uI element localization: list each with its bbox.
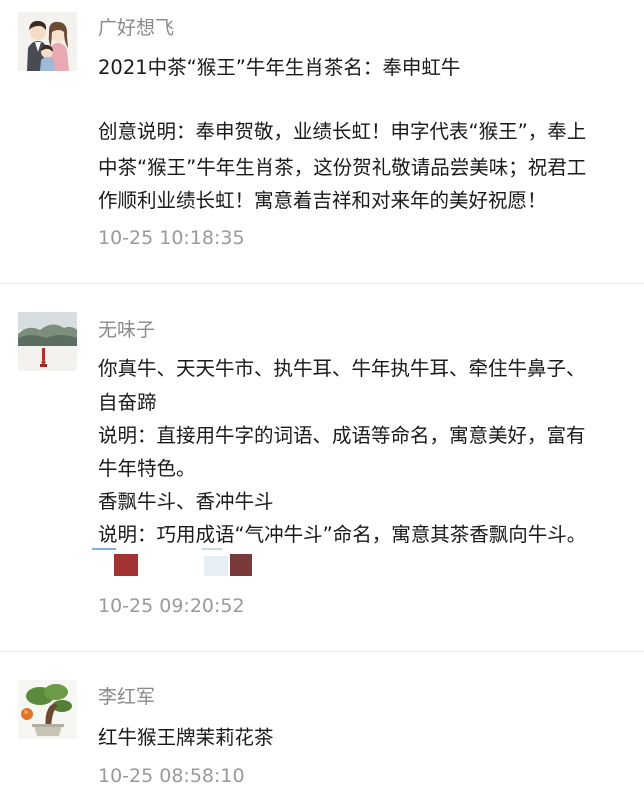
comment-text-line: 你真牛、天天牛市、执牛耳、牛年执牛耳、牵住牛鼻子、	[98, 357, 586, 380]
comment-text-line: 中茶“猴王”牛年生肖茶，这份贺礼敬请品尝美味；祝君工	[98, 156, 587, 179]
comment-text-line: 作顺利业绩长虹！寓意着吉祥和对来年的美好祝愿！	[98, 189, 547, 212]
comment-nickname[interactable]: 广好想飞	[98, 16, 174, 40]
avatar[interactable]	[18, 12, 77, 71]
comment-text-line: 2021中茶“猴王”牛年生肖茶名：奉申虹牛	[98, 56, 461, 79]
comment-nickname[interactable]: 李红军	[98, 685, 155, 709]
comment-item: 李红军 红牛猴王牌茉莉花茶 10-25 08:58:10	[0, 652, 644, 806]
comment-text-line: 创意说明：奉申贺敬，业绩长虹！申字代表“猴王”，奉上	[98, 120, 587, 143]
comment-text-line: 说明：巧用成语“气冲牛斗”命名，寓意其茶香飘向牛斗。	[98, 523, 587, 546]
comment-nickname[interactable]: 无味子	[98, 318, 155, 342]
comment-text-line: 香飘牛斗、香冲牛斗	[98, 490, 274, 513]
comment-timestamp: 10-25 09:20:52	[98, 595, 245, 617]
emoji-fragment	[92, 548, 262, 576]
comment-text-line: 牛年特色。	[98, 457, 196, 480]
comment-text-line: 红牛猴王牌茉莉花茶	[98, 726, 274, 749]
avatar[interactable]	[18, 312, 77, 371]
comment-timestamp: 10-25 10:18:35	[98, 227, 245, 249]
comment-timestamp: 10-25 08:58:10	[98, 765, 245, 787]
partial-emoji-icon	[92, 548, 252, 576]
couple-cartoon-avatar-icon	[18, 12, 77, 71]
avatar[interactable]	[18, 680, 77, 739]
comment-item: 广好想飞 2021中茶“猴王”牛年生肖茶名：奉申虹牛 创意说明：奉申贺敬，业绩长…	[0, 0, 644, 283]
landscape-painting-avatar-icon	[18, 312, 77, 371]
bonsai-tree-avatar-icon	[18, 680, 77, 739]
comment-item: 无味子 你真牛、天天牛市、执牛耳、牛年执牛耳、牵住牛鼻子、 自奋蹄 说明：直接用…	[0, 284, 644, 651]
comment-text-line: 说明：直接用牛字的词语、成语等命名，寓意美好，富有	[98, 424, 586, 447]
comment-text-line: 自奋蹄	[98, 391, 157, 414]
